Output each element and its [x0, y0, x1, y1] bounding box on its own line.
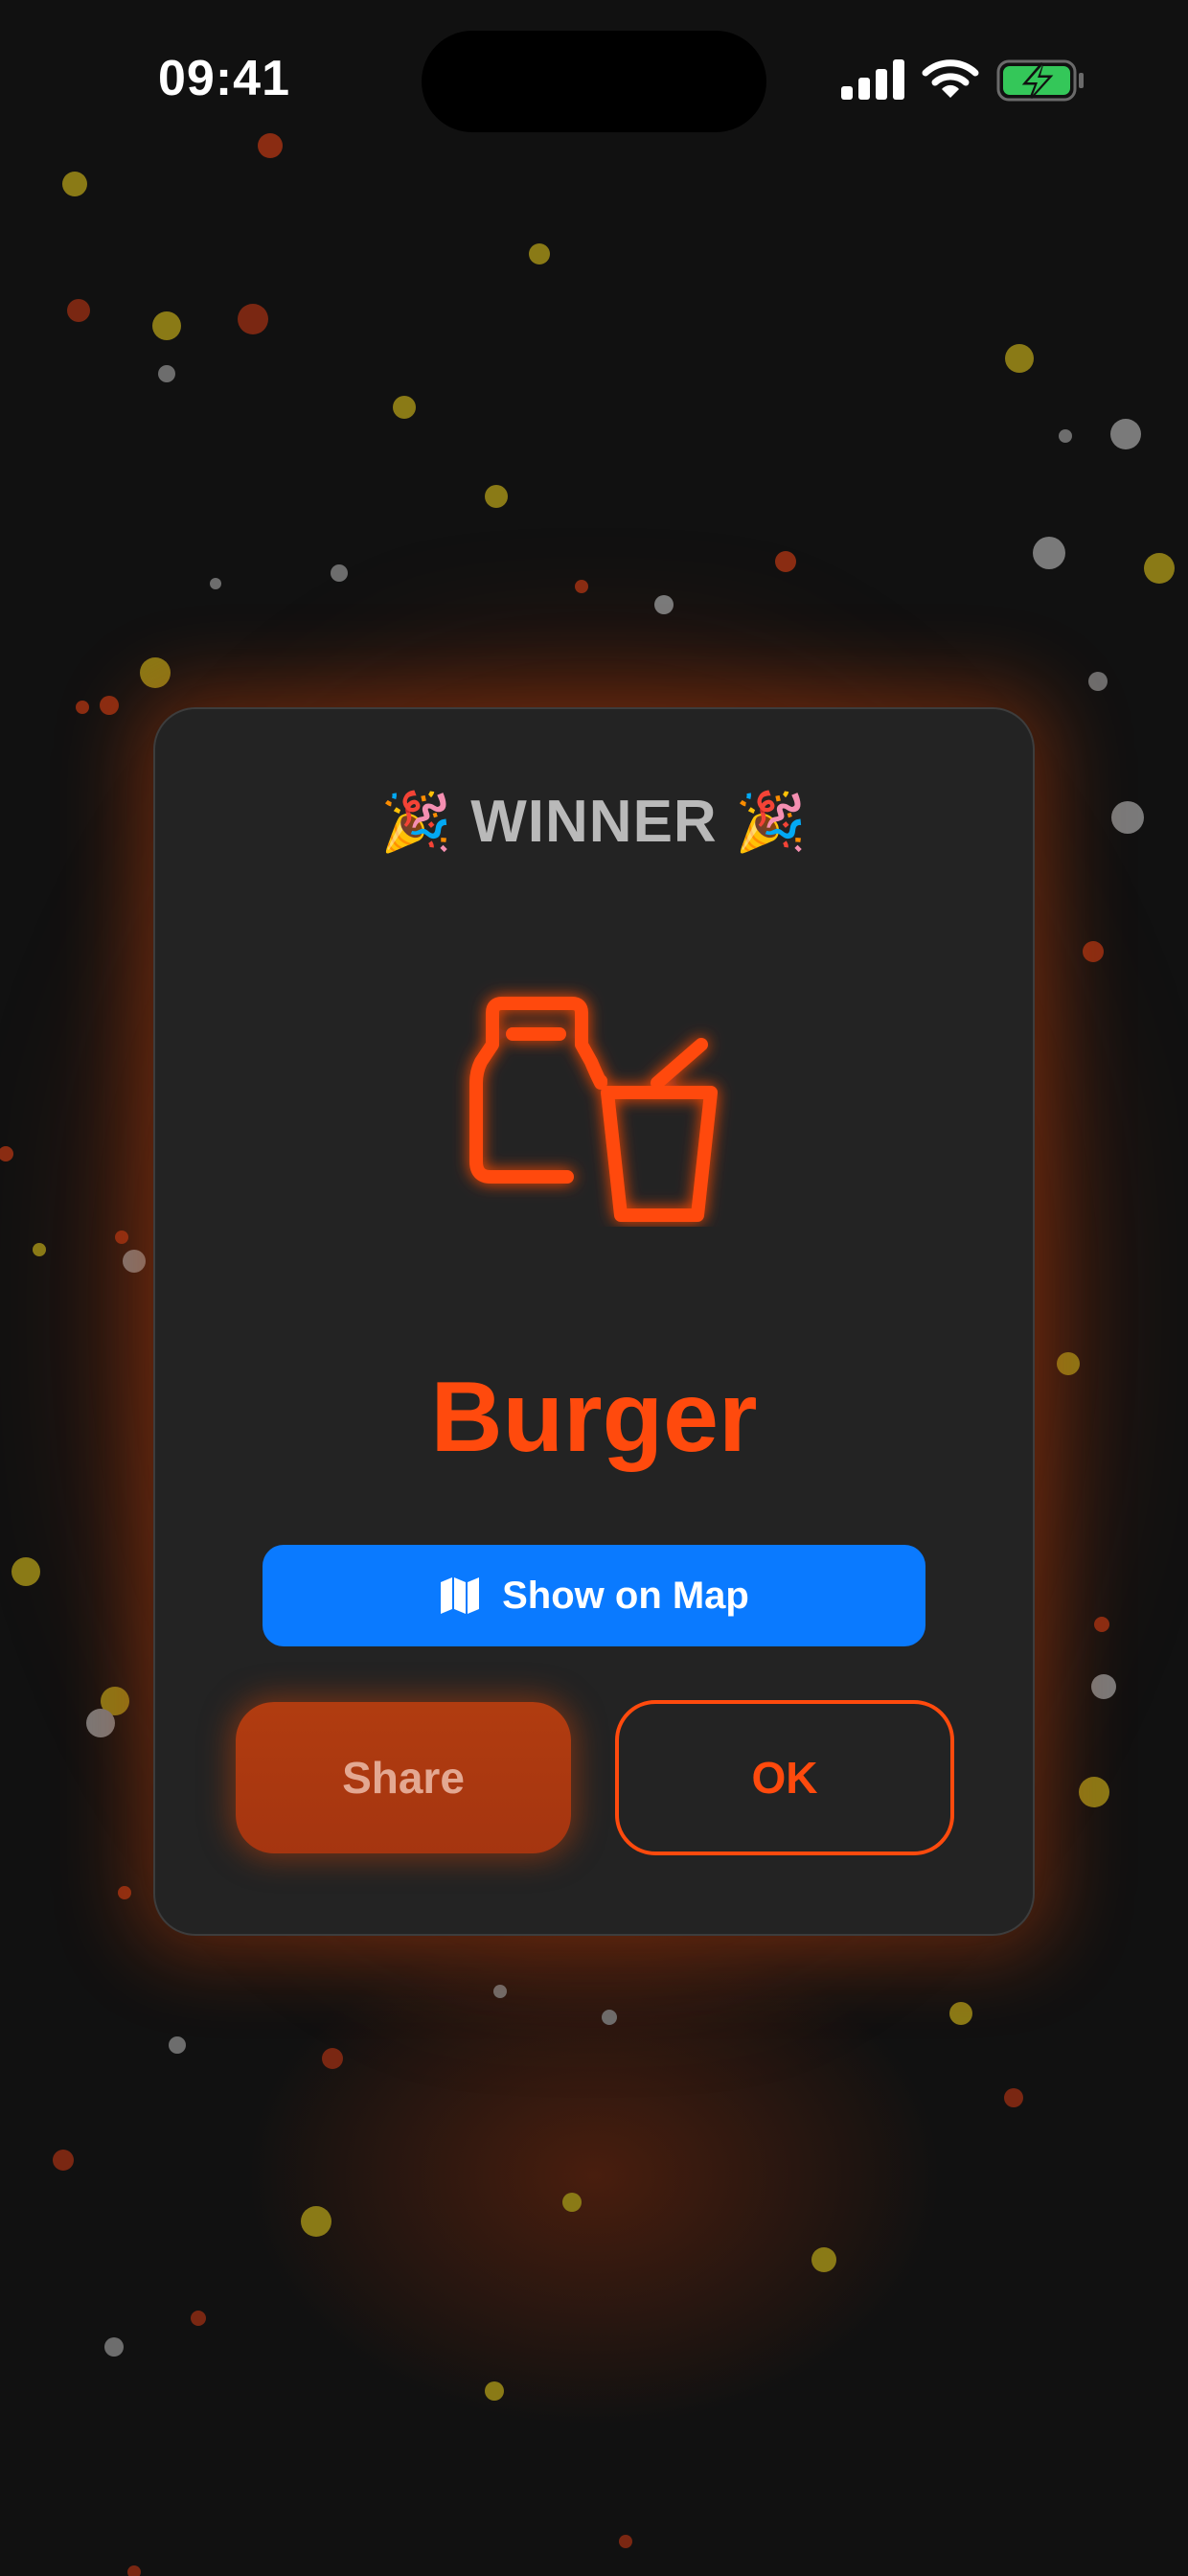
winner-title: WINNER [470, 789, 718, 855]
party-popper-right: 🎉 [734, 790, 808, 854]
fast-food-icon [469, 997, 718, 1222]
status-time: 09:41 [158, 51, 290, 106]
map-icon [441, 1577, 480, 1614]
winner-screen: 09:41 🎉 WINNER 🎉 Burger Show on Map Shar… [0, 0, 1188, 2576]
ok-label: OK [751, 1753, 818, 1803]
share-button[interactable]: Share [236, 1702, 571, 1853]
dynamic-island [422, 31, 766, 132]
winner-result: Burger [430, 1362, 758, 1473]
winner-card: 🎉 WINNER 🎉 Burger Show on Map Share OK [153, 707, 1035, 1936]
ok-button[interactable]: OK [615, 1700, 954, 1855]
wifi-icon [922, 59, 979, 98]
share-label: Share [342, 1753, 465, 1803]
battery-charging-icon [996, 59, 1084, 102]
signal-icon [841, 59, 904, 100]
winner-heading: 🎉 WINNER 🎉 [155, 788, 1033, 856]
show-on-map-button[interactable]: Show on Map [263, 1545, 925, 1646]
status-bar: 09:41 [0, 0, 1188, 163]
party-popper-left: 🎉 [380, 790, 454, 854]
show-on-map-label: Show on Map [502, 1574, 749, 1617]
